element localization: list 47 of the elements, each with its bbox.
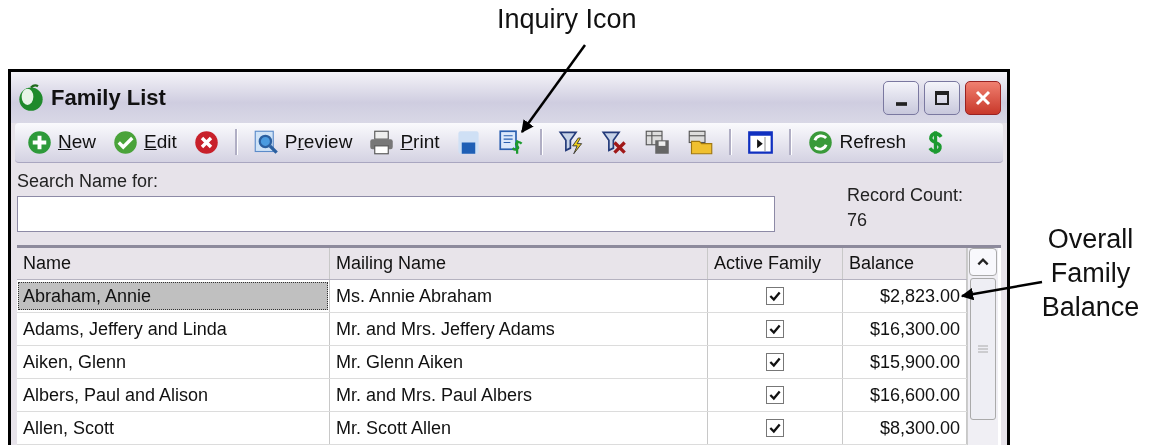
minimize-icon (895, 101, 907, 106)
window-title: Family List (51, 84, 166, 111)
check-icon (112, 128, 140, 156)
checkbox[interactable] (766, 353, 784, 371)
table-cell: Mr. and Mrs. Paul Albers (330, 379, 708, 411)
scroll-thumb[interactable] (970, 278, 996, 420)
table-cell[interactable]: Allen, Scott (18, 414, 328, 442)
column-header[interactable]: Name (17, 248, 330, 279)
table-cell[interactable]: Aiken, Glenn (18, 348, 328, 376)
callout-label: Overall Family Balance (1040, 223, 1141, 324)
toolbar-button[interactable]: New (23, 126, 100, 158)
apple-icon (17, 83, 45, 112)
table-cell: Mr. Scott Allen (330, 412, 708, 444)
scrollbar[interactable] (967, 248, 998, 445)
plus-icon (26, 128, 53, 156)
record-count-value: 76 (847, 209, 869, 231)
table-cell[interactable]: Abraham, Annie (18, 282, 328, 310)
toolbar-button[interactable]: Preview (249, 126, 356, 158)
close-button[interactable] (965, 80, 1001, 115)
table-cell[interactable]: Albers, Paul and Alison (18, 381, 328, 409)
printer-icon (368, 128, 396, 156)
search-label: Search Name for: (17, 170, 160, 192)
checkbox[interactable] (766, 419, 784, 437)
grid-disk-icon (644, 128, 672, 156)
checkbox[interactable] (766, 287, 784, 305)
checkbox[interactable] (766, 386, 784, 404)
column-header[interactable]: Active Family (708, 248, 843, 279)
checkbox[interactable] (766, 320, 784, 338)
minimize-button[interactable] (883, 80, 919, 115)
panel-icon (747, 128, 775, 156)
magnifier-icon (252, 128, 280, 156)
table-cell: Mr. and Mrs. Jeffery Adams (330, 313, 708, 345)
table-cell[interactable]: Adams, Jeffery and Linda (18, 315, 328, 343)
search-field[interactable] (17, 195, 775, 232)
scroll-up-button[interactable] (969, 248, 997, 276)
maximize-button[interactable] (924, 80, 960, 115)
delete-icon (192, 128, 220, 156)
column-header[interactable]: Mailing Name (330, 248, 708, 279)
table-cell: Mr. Glenn Aiken (330, 346, 708, 378)
toolbar-button[interactable]: Edit (109, 126, 180, 158)
toolbar-button[interactable]: Refresh (804, 126, 909, 158)
table-cell: Ms. Annie Abraham (330, 280, 708, 312)
record-count-label: Record Count: (847, 184, 964, 206)
callout-label: Inquiry Icon (497, 4, 637, 35)
refresh-icon (807, 128, 835, 156)
toolbar-button[interactable]: Print (365, 126, 443, 158)
grid-folder-icon (687, 128, 715, 156)
